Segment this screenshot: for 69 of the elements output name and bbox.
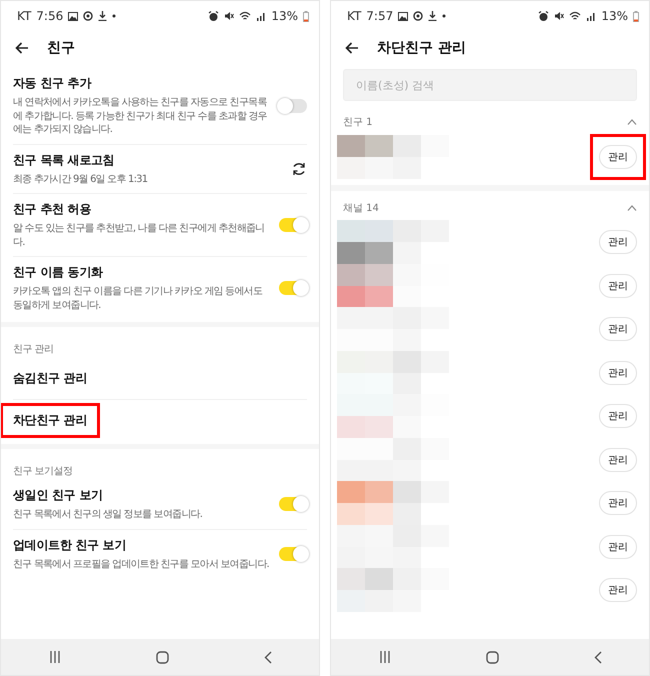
battery-icon xyxy=(303,10,309,22)
manage-button[interactable]: 관리 xyxy=(599,578,637,602)
setting-description: 카카오톡 앱의 친구 이름을 다른 기기나 카카오 게임 등에서도 동일하게 보여줍니다. xyxy=(13,285,264,312)
home-icon[interactable] xyxy=(486,650,498,664)
chevron-up-icon[interactable] xyxy=(627,204,637,210)
dot-icon xyxy=(112,14,116,18)
clock-text: 7:57 xyxy=(366,9,394,23)
setting-title: 생일인 친구 보기 xyxy=(13,487,104,504)
setting-description: 내 연락처에서 카카오톡을 사용하는 친구를 자동으로 친구목록에 추가합니다. 등록 가능한 친구가 최대 친구 수를 초과할 경우에는 추가되지 않습니다. xyxy=(13,96,268,136)
manage-button[interactable]: 관리 xyxy=(599,274,637,298)
signal-icon xyxy=(586,11,596,21)
group-label: 친구 1 xyxy=(343,116,373,129)
recent-apps-icon[interactable] xyxy=(48,651,60,663)
clock-text: 7:56 xyxy=(36,9,64,23)
mute-icon xyxy=(554,11,564,21)
manage-button[interactable]: 관리 xyxy=(599,230,637,254)
carrier-text: KT xyxy=(347,9,362,23)
back-icon[interactable] xyxy=(264,650,272,664)
setting-title: 자동 친구 추가 xyxy=(13,75,92,92)
setting-title: 친구 목록 새로고침 xyxy=(13,152,116,168)
setting-description: 친구 목록에서 프로필을 업데이트한 친구를 모아서 보여줍니다. xyxy=(13,558,269,571)
screen-title: 차단친구 관리 xyxy=(377,39,466,57)
home-icon[interactable] xyxy=(156,650,168,664)
manage-button[interactable]: 관리 xyxy=(599,534,637,559)
alarm-icon xyxy=(538,10,550,22)
wifi-icon xyxy=(569,11,582,21)
signal-icon xyxy=(256,11,266,21)
battery-percent: 13% xyxy=(601,9,628,23)
wifi-icon xyxy=(239,11,252,21)
chevron-up-icon[interactable] xyxy=(627,119,637,125)
manage-button[interactable]: 관리 xyxy=(599,491,637,516)
manage-button[interactable]: 관리 xyxy=(599,144,637,169)
image-icon xyxy=(68,12,78,20)
back-icon[interactable] xyxy=(594,650,602,664)
section-label: 친구 관리 xyxy=(13,343,55,356)
menu-link[interactable]: 차단친구 관리 xyxy=(3,406,98,435)
toggle-switch[interactable] xyxy=(279,218,307,232)
search-field[interactable]: 이름(초성) 검색 xyxy=(343,69,637,101)
manage-button[interactable]: 관리 xyxy=(599,360,637,385)
setting-title: 친구 추천 허용 xyxy=(13,201,92,218)
mute-icon xyxy=(224,11,234,21)
toggle-switch[interactable] xyxy=(279,497,307,512)
toggle-switch[interactable] xyxy=(279,281,307,295)
refresh-icon[interactable] xyxy=(291,160,307,177)
section-label: 친구 보기설정 xyxy=(13,465,74,478)
battery-icon xyxy=(633,10,639,22)
setting-description: 친구 목록에서 친구의 생일 정보를 보여줍니다. xyxy=(13,508,204,522)
manage-button[interactable]: 관리 xyxy=(599,317,637,342)
toggle-switch[interactable] xyxy=(279,98,307,113)
carrier-text: KT xyxy=(17,9,32,23)
dot-icon xyxy=(442,14,446,18)
battery-percent: 13% xyxy=(271,9,298,23)
setting-description: 알 수도 있는 친구를 추천받고, 나를 다른 친구에게 추천해줍니다. xyxy=(13,222,266,249)
setting-description: 최종 추가시간 9월 6일 오후 1:31 xyxy=(13,172,148,186)
screen-title: 친구 xyxy=(47,39,75,57)
manage-button[interactable]: 관리 xyxy=(599,404,637,428)
recent-apps-icon[interactable] xyxy=(378,651,390,663)
image-icon xyxy=(398,12,408,20)
setting-title: 친구 이름 동기화 xyxy=(13,264,104,281)
alarm-icon xyxy=(208,10,220,22)
setting-title: 업데이트한 친구 보기 xyxy=(13,536,128,554)
back-arrow-icon[interactable] xyxy=(15,42,29,54)
back-arrow-icon[interactable] xyxy=(345,42,359,54)
download-icon xyxy=(98,11,108,21)
download-icon xyxy=(428,11,438,21)
manage-button[interactable]: 관리 xyxy=(599,448,637,472)
menu-link[interactable]: 숨김친구 관리 xyxy=(3,364,98,393)
toggle-switch[interactable] xyxy=(279,546,307,561)
group-label: 채널 14 xyxy=(343,202,379,214)
